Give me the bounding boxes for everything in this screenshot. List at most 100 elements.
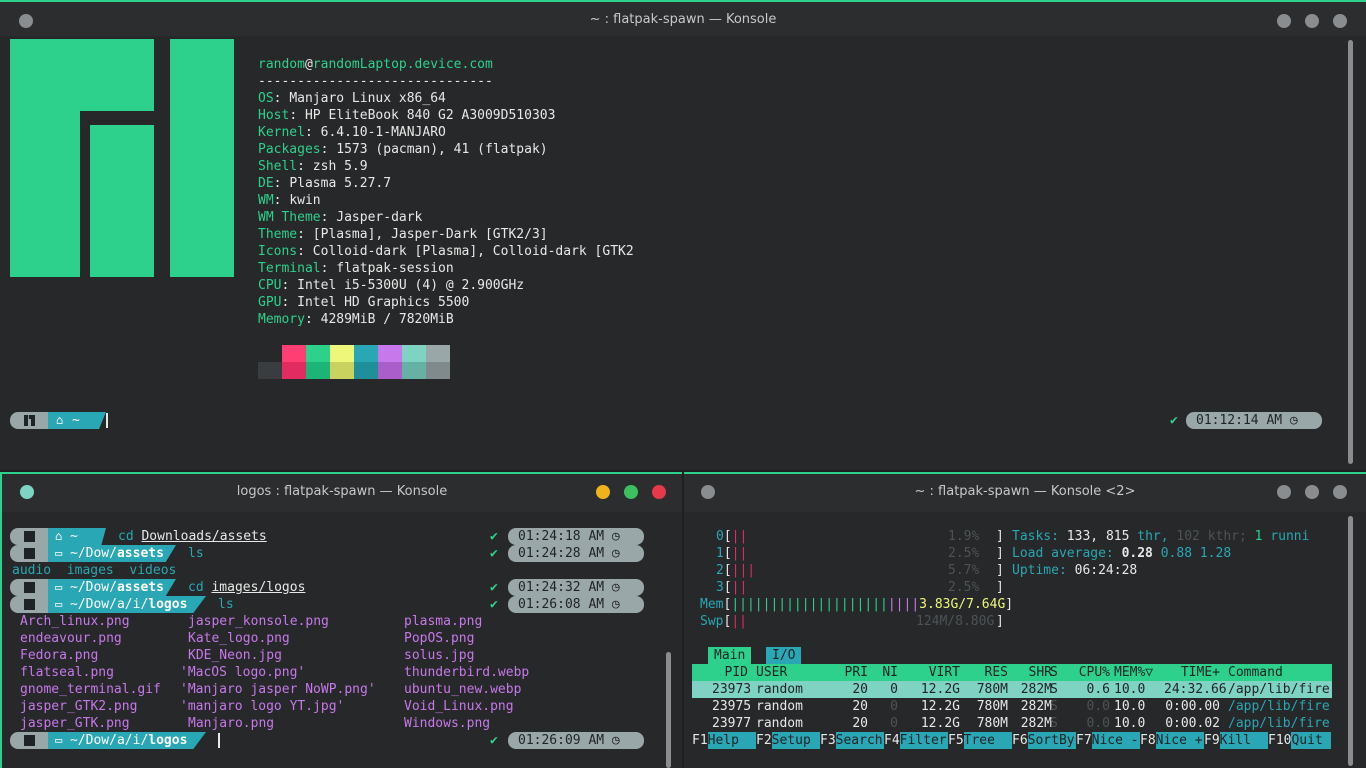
tab-io[interactable]: I/O <box>766 647 802 664</box>
fkey-label: Filter <box>899 732 948 749</box>
fkey-code: F6 <box>1012 733 1028 748</box>
prompt-time: 01:12:14 AM <box>1196 413 1283 428</box>
cell: 12.2G <box>920 716 960 731</box>
fkey-f10[interactable]: F10Quit <box>1268 732 1332 749</box>
manjaro-small-icon <box>24 735 35 746</box>
minimize-button[interactable] <box>1277 485 1291 499</box>
palette-swatch <box>378 362 402 379</box>
command-arg: images/logos <box>211 580 306 595</box>
load-15: 1.28 <box>1199 546 1232 561</box>
title-bar[interactable]: logos : flatpak-spawn — Konsole <box>2 474 682 504</box>
fkey-f6[interactable]: F6SortBy <box>1012 732 1076 749</box>
scrollbar[interactable] <box>1348 516 1353 766</box>
neofetch-value: zsh 5.9 <box>312 159 368 174</box>
cell: 20 <box>852 716 868 731</box>
neofetch-value: HP EliteBook 840 G2 A3009D510303 <box>304 108 556 123</box>
neofetch-row: Terminal: flatpak-session <box>258 260 454 277</box>
cell: Command <box>1228 665 1283 680</box>
meter-bracket: ] <box>1005 597 1014 612</box>
meter-bracket: [ <box>723 580 732 595</box>
cell: /app/lib/fire <box>1228 682 1330 697</box>
tasks-line: Tasks: 133, 815 thr, 102 kthr; 1 runni <box>1012 528 1309 545</box>
cell: TIME+ <box>1180 665 1220 680</box>
clock-icon: ◷ <box>604 580 620 595</box>
swap-val: 124M/8.80G <box>916 614 995 629</box>
neofetch-colon: : <box>297 159 313 174</box>
fkey-label: Quit <box>1291 732 1332 749</box>
clock-icon: ◷ <box>604 733 620 748</box>
minimize-button[interactable] <box>1277 14 1291 28</box>
clock-icon: ◷ <box>1289 413 1298 428</box>
scrollbar[interactable] <box>666 652 671 768</box>
uptime-line: Uptime: 06:24:28 <box>1012 562 1137 579</box>
fkey-f9[interactable]: F9Kill <box>1204 732 1268 749</box>
neofetch-colon: : <box>304 125 321 140</box>
cell: 23977 <box>712 716 752 731</box>
swap-meter: Swp[|| <box>700 613 747 630</box>
konsole-window-main: ~ : flatpak-spawn — Konsole random@rando… <box>0 0 1366 470</box>
file-entry: gnome_terminal.gif <box>20 682 161 697</box>
neofetch-row: WM Theme: Jasper-dark <box>258 209 422 226</box>
close-button[interactable] <box>1333 485 1347 499</box>
file-entry: solus.jpg <box>404 648 475 663</box>
tab-main[interactable]: Main <box>708 647 752 664</box>
cpu-id: 1 <box>716 546 724 561</box>
maximize-button[interactable] <box>1305 485 1319 499</box>
close-button[interactable] <box>652 485 666 499</box>
cpu-id: 0 <box>716 529 724 544</box>
cpu-pct: 5.7% <box>948 563 980 578</box>
cell: 0:00.02 <box>1165 716 1220 731</box>
neofetch-row: Theme: [Plasma], Jasper-Dark [GTK2/3] <box>258 226 548 243</box>
scrollbar-thumb[interactable] <box>1348 40 1353 464</box>
palette-swatch <box>354 362 378 379</box>
neofetch-value: Colloid-dark [Plasma], Colloid-dark [GTK… <box>312 244 634 259</box>
user-name: random <box>258 57 305 72</box>
htop-area[interactable]: 0[|| 1.9%] 1[|| 2.5%] 2[||| 5.7%] 3[|| 2.5%] Mem… <box>684 512 1366 768</box>
folder-icon: ▭ <box>55 597 63 611</box>
load-line: Load average: 0.28 0.88 1.28 <box>1012 545 1231 562</box>
minimize-button[interactable] <box>596 485 610 499</box>
fkey-f5[interactable]: F5Tree <box>948 732 1012 749</box>
neofetch-value: 1573 (pacman), 41 (flatpak) <box>336 142 548 157</box>
mem-bars-tail: |||| <box>887 597 920 612</box>
cell: 0:00.00 <box>1165 699 1220 714</box>
title-bar[interactable]: ~ : flatpak-spawn — Konsole <2> <box>684 474 1366 504</box>
fkey-f8[interactable]: F8Nice + <box>1140 732 1204 749</box>
close-button[interactable] <box>1333 14 1347 28</box>
fkey-f3[interactable]: F3Search <box>820 732 884 749</box>
function-key-bar: F1Help F2Setup F3Search F4Filter F5Tree F6Sor… <box>692 732 1332 749</box>
manjaro-small-icon <box>24 582 35 593</box>
terminal-area[interactable]: ⌂ ~ cd Downloads/assets ✔ 01:24:18 AM ◷ ▭ ~/Do… <box>2 512 682 768</box>
title-bar[interactable]: ~ : flatpak-spawn — Konsole <box>0 2 1366 32</box>
file-entry: thunderbird.webp <box>404 665 530 680</box>
menu-button[interactable] <box>19 14 33 28</box>
process-row-selected[interactable]: 23973 random 20 0 12.2G 780M 282M S 0.6 10.0 24:32… <box>692 681 1332 698</box>
terminal-area[interactable]: random@randomLaptop.device.com ---------… <box>0 36 1366 470</box>
process-row[interactable]: 23975 random 20 0 12.2G 780M 282M S 0.0 10.0 0:00.… <box>692 698 1332 715</box>
scrollbar-thumb[interactable] <box>666 652 671 768</box>
maximize-button[interactable] <box>1305 14 1319 28</box>
mem-meter: Mem[||||||||||||||||||||||||3.83G/7.64G] <box>700 596 1013 613</box>
prompt-path: ~/Dow/a/i/logos <box>70 596 187 613</box>
cell: 0 <box>890 699 898 714</box>
fkey-f1[interactable]: F1Help <box>692 732 756 749</box>
fkey-label: Nice + <box>1155 732 1204 749</box>
scrollbar[interactable] <box>1348 40 1353 464</box>
fkey-f4[interactable]: F4Filter <box>884 732 948 749</box>
neofetch-key: Shell <box>258 159 298 174</box>
uptime-value: 06:24:28 <box>1074 563 1138 578</box>
menu-button[interactable] <box>701 485 715 499</box>
scrollbar-thumb[interactable] <box>1348 516 1353 766</box>
neofetch-colon: : <box>297 227 313 242</box>
typed-command: cd Downloads/assets <box>118 528 267 545</box>
maximize-button[interactable] <box>624 485 638 499</box>
file-entry: 'Manjaro jasper NoWP.png' <box>180 682 376 697</box>
menu-button[interactable] <box>20 485 34 499</box>
process-header-row[interactable]: PID USER PRI NI VIRT RES SHR S CPU% MEM%▽ TIME+ Com… <box>692 664 1332 681</box>
cpu-meter: 1[|| <box>716 545 747 562</box>
fkey-f7[interactable]: F7Nice - <box>1076 732 1140 749</box>
fkey-f2[interactable]: F2Setup <box>756 732 820 749</box>
file-entry: jasper_GTK.png <box>20 716 130 731</box>
process-row[interactable]: 23977 random 20 0 12.2G 780M 282M S 0.0 10.0 0:00.… <box>692 715 1332 732</box>
meter-bracket: ] <box>996 580 1004 595</box>
